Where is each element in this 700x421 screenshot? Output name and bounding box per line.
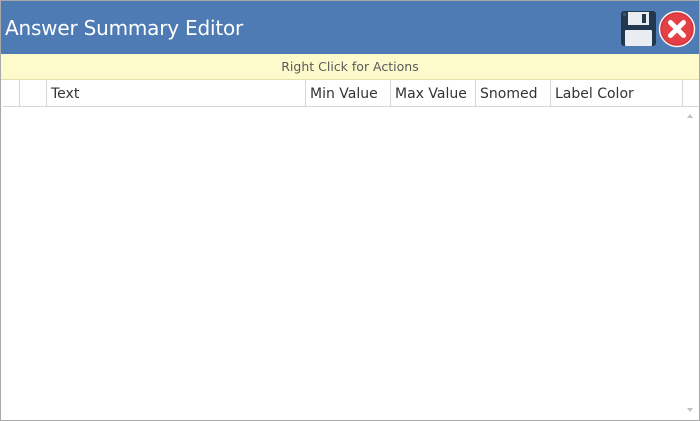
scroll-down-button[interactable]: [682, 403, 697, 416]
column-header-text[interactable]: Text: [47, 80, 306, 106]
title-bar: Answer Summary Editor: [1, 1, 699, 54]
column-header-label-color[interactable]: Label Color: [551, 80, 683, 106]
save-button[interactable]: [620, 10, 657, 47]
vertical-scrollbar[interactable]: [682, 107, 697, 418]
chevron-down-icon: [686, 407, 693, 412]
column-header-filler: [683, 80, 699, 106]
close-icon: [658, 10, 696, 48]
context-hint-bar[interactable]: Right Click for Actions: [1, 54, 699, 80]
window-title: Answer Summary Editor: [5, 16, 244, 40]
column-header-select[interactable]: [20, 80, 47, 106]
grid-body[interactable]: [3, 107, 683, 419]
column-header-max-value[interactable]: Max Value: [391, 80, 476, 106]
close-button[interactable]: [658, 10, 696, 48]
answer-summary-editor-window: Answer Summary Editor Right Click for Ac…: [0, 0, 700, 421]
column-header-indicator[interactable]: [3, 80, 20, 106]
scroll-up-button[interactable]: [682, 109, 697, 122]
chevron-up-icon: [686, 113, 693, 118]
column-header-snomed[interactable]: Snomed: [476, 80, 551, 106]
grid-header: Text Min Value Max Value Snomed Label Co…: [3, 80, 699, 107]
column-header-min-value[interactable]: Min Value: [306, 80, 391, 106]
floppy-disk-icon: [621, 11, 656, 46]
